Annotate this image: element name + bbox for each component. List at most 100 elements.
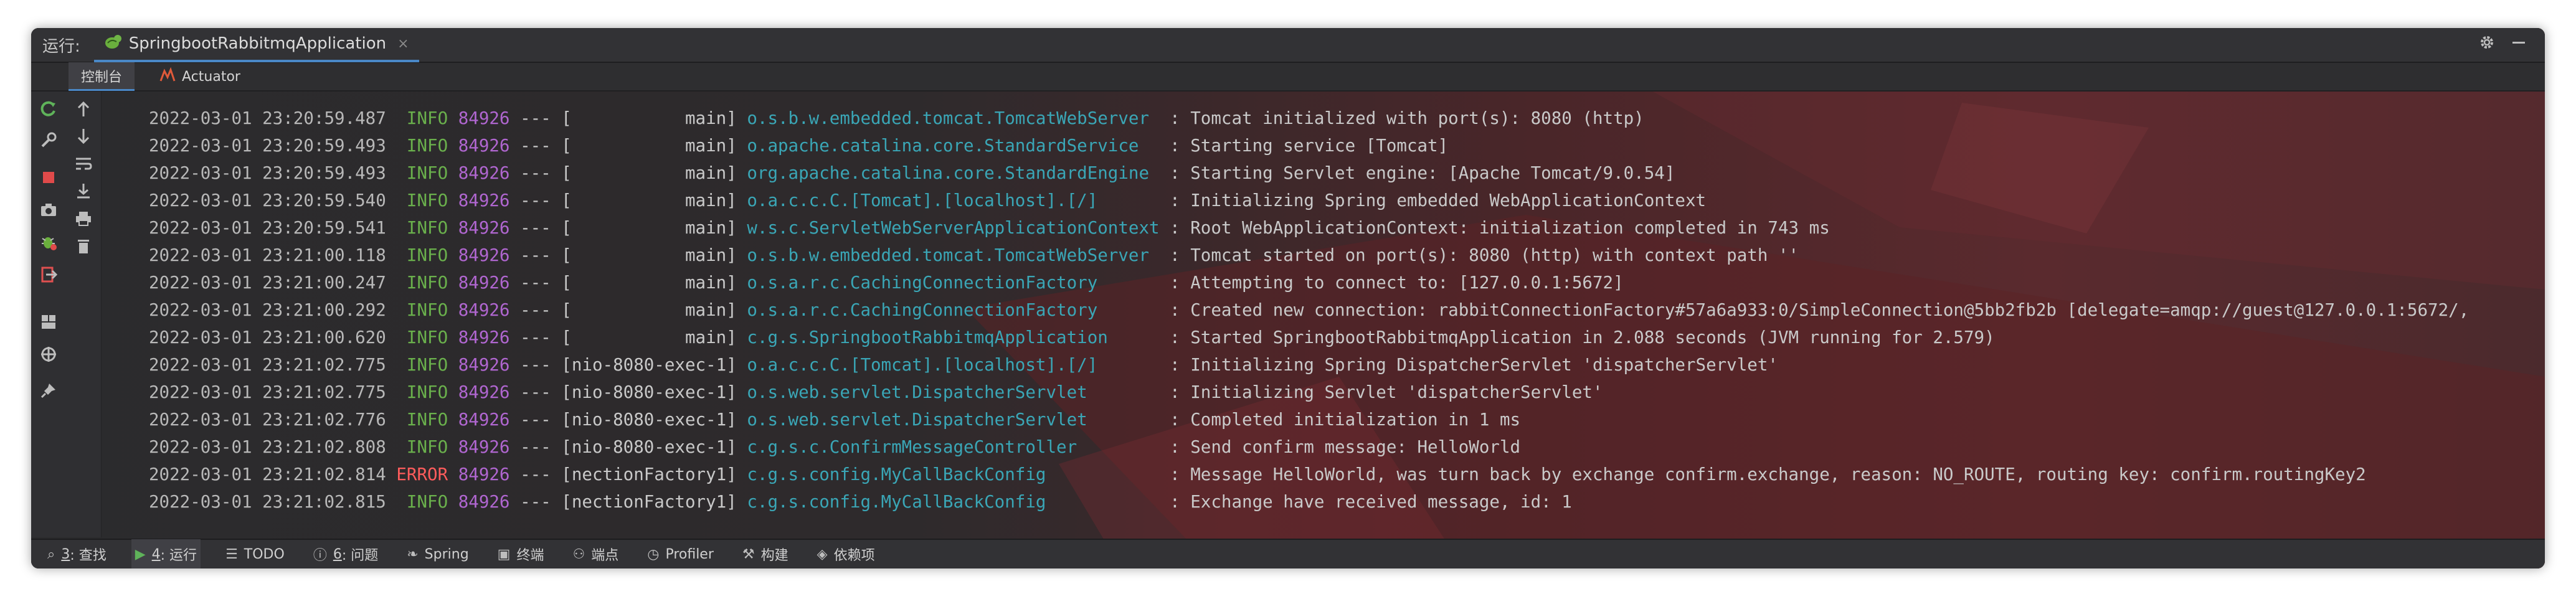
- tab-actuator[interactable]: Actuator: [147, 62, 253, 91]
- log-pid: 84926: [458, 108, 510, 128]
- log-separator: ---: [520, 382, 551, 402]
- stop-icon[interactable]: [37, 166, 60, 189]
- spring-icon: ❧: [407, 546, 419, 562]
- log-pid: 84926: [458, 465, 510, 484]
- problems-icon: ⓘ: [313, 548, 327, 564]
- log-level: INFO: [406, 355, 448, 375]
- log-logger: c.g.s.c.ConfirmMessageController: [747, 437, 1077, 457]
- log-separator: ---: [520, 328, 551, 347]
- soft-wrap-icon[interactable]: [72, 153, 95, 175]
- log-line: 2022-03-01 23:21:02.814 ERROR 84926 --- […: [149, 461, 2366, 488]
- run-label: 运行:: [42, 37, 80, 56]
- pin-icon[interactable]: [37, 379, 60, 402]
- scroll-to-end-icon[interactable]: [72, 180, 95, 202]
- log-timestamp: 2022-03-01 23:21:02.775: [149, 382, 386, 402]
- minimize-icon[interactable]: [2511, 35, 2526, 52]
- target-icon[interactable]: [37, 343, 60, 366]
- debug-bug-icon[interactable]: [37, 231, 60, 253]
- log-message: : Send confirm message: HelloWorld: [1170, 437, 1521, 457]
- tab-run-configuration[interactable]: SpringbootRabbitmqApplication ×: [93, 28, 419, 62]
- toolwindow-header: 运行: SpringbootRabbitmqApplication ×: [31, 28, 2545, 63]
- run-tool-window: 运行: SpringbootRabbitmqApplication × 控制台 …: [31, 28, 2545, 568]
- exit-icon[interactable]: [37, 263, 60, 286]
- log-timestamp: 2022-03-01 23:20:59.541: [149, 218, 386, 238]
- toolbar-endpoints[interactable]: ⚇ 端点: [569, 539, 622, 568]
- log-logger: c.g.s.config.MyCallBackConfig: [747, 465, 1046, 484]
- log-thread: [ main]: [561, 273, 737, 293]
- log-level: INFO: [406, 382, 448, 402]
- arrow-down-icon[interactable]: [72, 125, 95, 148]
- log-line: 2022-03-01 23:21:02.776 INFO 84926 --- [n…: [149, 407, 1520, 433]
- layout-icon[interactable]: [37, 311, 60, 333]
- log-level: INFO: [406, 136, 448, 156]
- log-thread: [nio-8080-exec-1]: [561, 437, 737, 457]
- toolbar-profiler[interactable]: ◷ Profiler: [643, 539, 717, 568]
- log-timestamp: 2022-03-01 23:20:59.493: [149, 163, 386, 183]
- toolbar-label: TODO: [244, 546, 285, 562]
- camera-icon[interactable]: [37, 199, 60, 221]
- log-logger: org.apache.catalina.core.StandardEngine: [747, 163, 1150, 183]
- log-pid: 84926: [458, 191, 510, 210]
- log-message: : Initializing Spring DispatcherServlet …: [1170, 355, 1778, 375]
- log-level: INFO: [406, 163, 448, 183]
- log-level: INFO: [406, 328, 448, 347]
- toolbar-terminal[interactable]: ▣ 终端: [494, 539, 548, 568]
- toolbar-search[interactable]: ⌕ 3: 查找: [44, 539, 110, 568]
- log-message: : Created new connection: rabbitConnecti…: [1170, 300, 2469, 320]
- log-logger: c.g.s.config.MyCallBackConfig: [747, 492, 1046, 512]
- log-line: 2022-03-01 23:21:00.247 INFO 84926 --- [ …: [149, 270, 1624, 296]
- console-output[interactable]: 2022-03-01 23:20:59.487 INFO 84926 --- [ …: [102, 92, 2545, 537]
- log-line: 2022-03-01 23:21:02.808 INFO 84926 --- [n…: [149, 434, 1520, 460]
- arrow-up-icon[interactable]: [72, 98, 95, 120]
- log-pid: 84926: [458, 300, 510, 320]
- trash-icon[interactable]: [72, 235, 95, 257]
- build-icon: ⚒: [742, 546, 755, 562]
- log-line: 2022-03-01 23:20:59.487 INFO 84926 --- [ …: [149, 105, 1644, 131]
- toolbar-build[interactable]: ⚒ 构建: [739, 539, 792, 568]
- log-logger: w.s.c.ServletWebServerApplicationContext: [747, 218, 1160, 238]
- log-timestamp: 2022-03-01 23:21:02.808: [149, 437, 386, 457]
- search-icon: ⌕: [47, 546, 55, 562]
- log-level: INFO: [406, 410, 448, 430]
- toolbar-dependencies[interactable]: ◈ 依赖项: [813, 539, 879, 568]
- log-pid: 84926: [458, 328, 510, 347]
- close-tab-icon[interactable]: ×: [397, 36, 409, 52]
- dependencies-icon: ◈: [817, 546, 828, 562]
- actuator-icon: [159, 67, 176, 86]
- log-thread: [ main]: [561, 218, 737, 238]
- rerun-icon[interactable]: [37, 98, 60, 120]
- log-level: INFO: [406, 245, 448, 265]
- log-pid: 84926: [458, 218, 510, 238]
- log-pid: 84926: [458, 163, 510, 183]
- log-line: 2022-03-01 23:21:02.775 INFO 84926 --- [n…: [149, 379, 1603, 405]
- log-level: INFO: [406, 108, 448, 128]
- wrench-icon[interactable]: [37, 129, 60, 151]
- log-separator: ---: [520, 218, 551, 238]
- log-timestamp: 2022-03-01 23:21:00.247: [149, 273, 386, 293]
- log-line: 2022-03-01 23:21:02.815 INFO 84926 --- [n…: [149, 489, 1572, 515]
- toolbar-problems[interactable]: ⓘ 6: 问题: [310, 539, 382, 568]
- log-timestamp: 2022-03-01 23:21:00.620: [149, 328, 386, 347]
- log-message: : Attempting to connect to: [127.0.0.1:5…: [1170, 273, 1624, 293]
- print-icon[interactable]: [72, 207, 95, 230]
- toolbar-spring[interactable]: ❧ Spring: [403, 539, 472, 568]
- console-tabs: 控制台 Actuator: [31, 62, 2545, 92]
- log-separator: ---: [520, 136, 551, 156]
- log-logger: o.a.c.c.C.[Tomcat].[localhost].[/]: [747, 191, 1098, 210]
- log-thread: [ main]: [561, 191, 737, 210]
- tab-console[interactable]: 控制台: [69, 62, 135, 91]
- log-level: INFO: [406, 300, 448, 320]
- log-message: : Root WebApplicationContext: initializa…: [1170, 218, 1830, 238]
- log-pid: 84926: [458, 245, 510, 265]
- log-pid: 84926: [458, 273, 510, 293]
- log-line: 2022-03-01 23:21:00.620 INFO 84926 --- [ …: [149, 324, 1995, 351]
- log-line: 2022-03-01 23:20:59.493 INFO 84926 --- [ …: [149, 133, 1448, 159]
- run-tab-label: SpringbootRabbitmqApplication: [128, 34, 387, 53]
- log-separator: ---: [520, 108, 551, 128]
- log-message: : Exchange have received message, id: 1: [1170, 492, 1572, 512]
- gear-icon[interactable]: [2479, 34, 2495, 53]
- toolbar-run[interactable]: ▶ 4: 运行: [131, 539, 201, 568]
- log-pid: 84926: [458, 492, 510, 512]
- toolbar-todo[interactable]: ☰ TODO: [222, 539, 288, 568]
- log-separator: ---: [520, 191, 551, 210]
